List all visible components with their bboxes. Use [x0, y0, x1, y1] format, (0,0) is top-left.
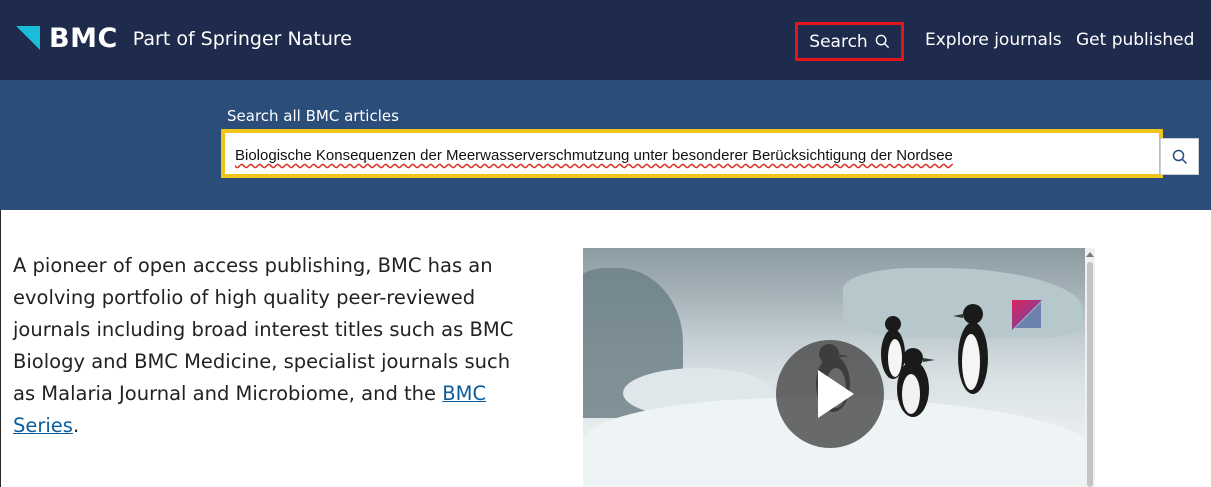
search-submit-button[interactable] — [1160, 138, 1199, 175]
search-label: Search all BMC articles — [227, 107, 399, 125]
play-icon[interactable] — [776, 340, 884, 448]
video-player[interactable] — [583, 248, 1085, 487]
nav-search-button[interactable]: Search — [795, 22, 904, 61]
nav-get-published-link[interactable]: Get published — [1076, 30, 1194, 50]
scrollbar-thumb[interactable] — [1087, 262, 1093, 487]
search-icon — [1172, 149, 1187, 164]
brand-logo[interactable]: BMC Part of Springer Nature — [14, 23, 352, 54]
intro-text: A pioneer of open access publishing, BMC… — [13, 254, 514, 405]
scroll-up-arrow-icon[interactable] — [1086, 252, 1094, 257]
search-input[interactable]: Biologische Konsequenzen der Meerwasserv… — [235, 133, 1135, 174]
brand-tagline: Part of Springer Nature — [132, 28, 352, 50]
bmc-logo-icon — [14, 26, 40, 52]
intro-paragraph: A pioneer of open access publishing, BMC… — [13, 250, 538, 442]
search-icon — [875, 34, 889, 49]
penguin-image — [953, 304, 988, 394]
brand-name: BMC — [49, 23, 118, 54]
search-box: Biologische Konsequenzen der Meerwasserv… — [221, 129, 1163, 178]
search-band: Search all BMC articles Biologische Kons… — [0, 80, 1211, 210]
nav-search-label: Search — [809, 31, 868, 52]
nav-explore-journals-link[interactable]: Explore journals — [925, 30, 1062, 50]
top-navigation: BMC Part of Springer Nature Search Explo… — [0, 0, 1211, 80]
intro-text-end: . — [72, 414, 80, 437]
penguin-image — [897, 348, 935, 417]
